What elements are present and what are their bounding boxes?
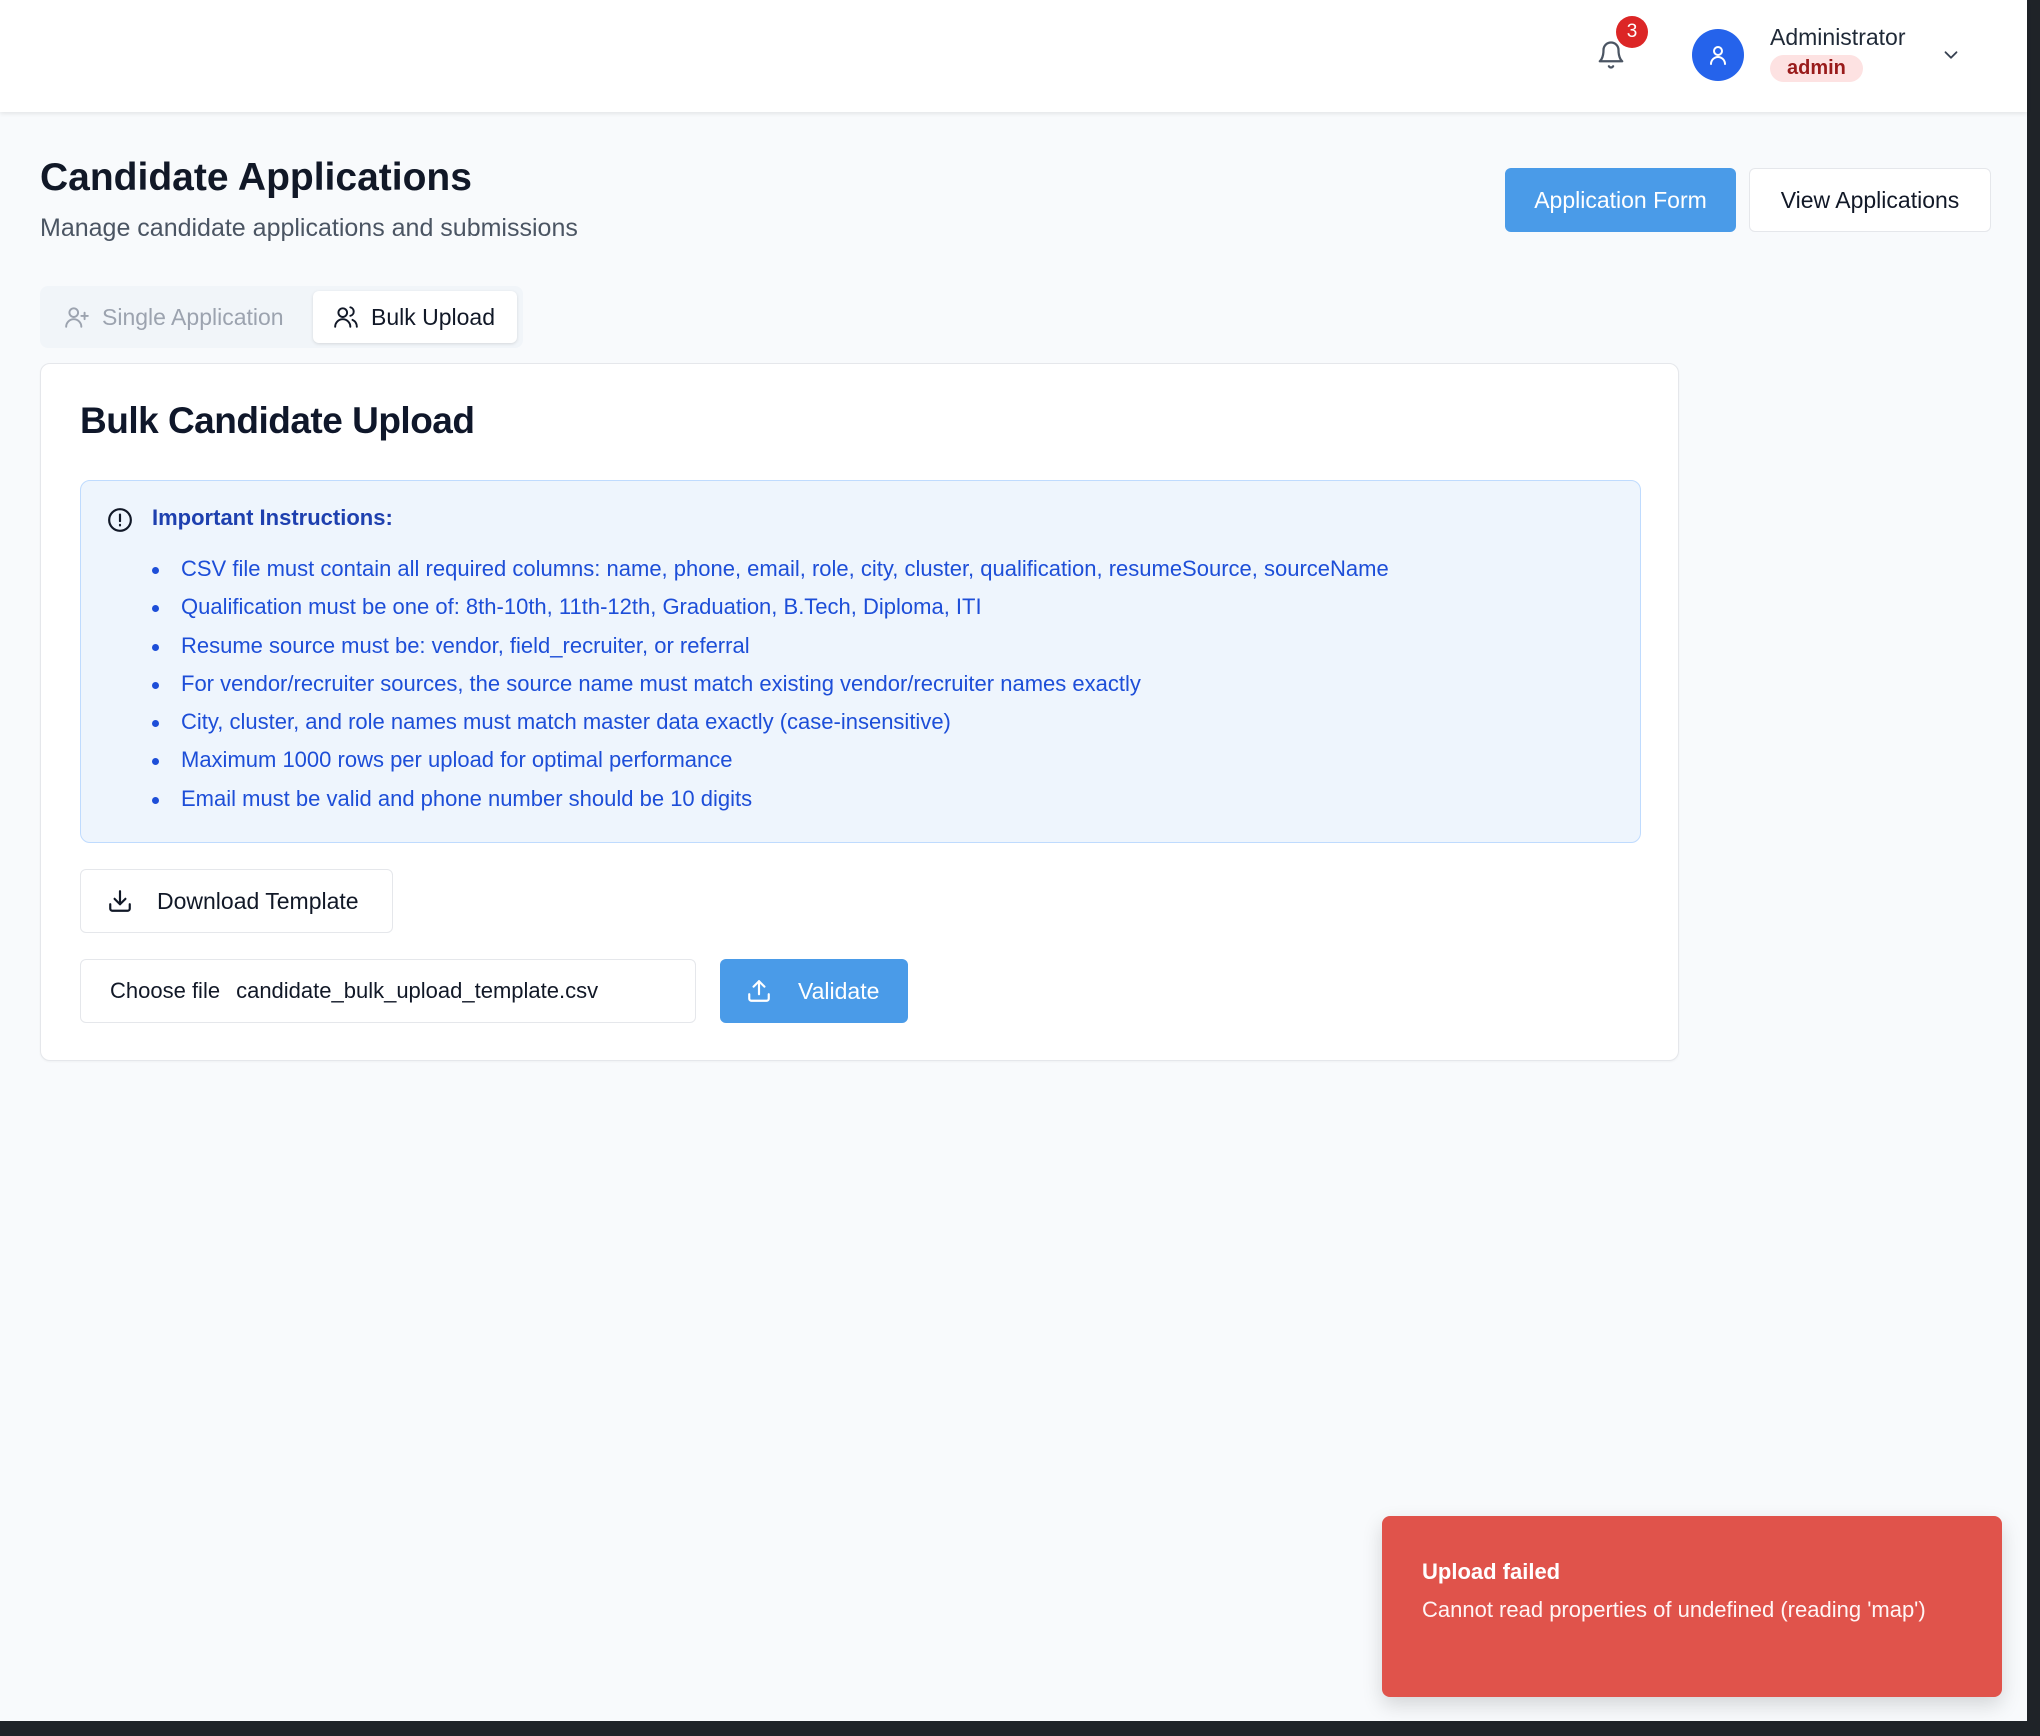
instructions-list: CSV file must contain all required colum…	[152, 550, 1389, 818]
list-item: Qualification must be one of: 8th-10th, …	[152, 588, 1389, 626]
users-icon	[334, 306, 358, 328]
list-item: City, cluster, and role names must match…	[152, 703, 1389, 741]
file-input[interactable]: Choose file candidate_bulk_upload_templa…	[80, 959, 696, 1023]
download-template-label: Download Template	[157, 887, 359, 914]
selected-file-name: candidate_bulk_upload_template.csv	[236, 978, 599, 1003]
tab-label: Single Application	[102, 303, 284, 330]
app-window: 3 Administrator admin Candidate Applicat…	[0, 0, 2027, 1721]
application-form-button[interactable]: Application Form	[1505, 168, 1736, 232]
page-subtitle: Manage candidate applications and submis…	[40, 214, 578, 242]
error-toast[interactable]: Upload failed Cannot read properties of …	[1382, 1516, 2002, 1697]
list-item: For vendor/recruiter sources, the source…	[152, 665, 1389, 703]
instructions-heading: Important Instructions:	[152, 505, 393, 530]
top-navigation-bar: 3 Administrator admin	[0, 0, 2027, 112]
choose-file-button[interactable]: Choose file	[110, 978, 220, 1004]
list-item: Maximum 1000 rows per upload for optimal…	[152, 741, 1389, 779]
card-title: Bulk Candidate Upload	[80, 400, 475, 441]
tab-list: Single Application Bulk Upload	[40, 286, 523, 348]
bulk-upload-card: Bulk Candidate Upload Important Instruct…	[40, 363, 1679, 1061]
validate-button[interactable]: Validate	[720, 959, 908, 1023]
notification-count-badge: 3	[1616, 16, 1648, 48]
download-template-button[interactable]: Download Template	[80, 869, 393, 933]
tab-single-application[interactable]: Single Application	[64, 291, 284, 343]
user-role-badge: admin	[1770, 55, 1863, 82]
view-applications-button[interactable]: View Applications	[1749, 168, 1991, 232]
upload-icon	[748, 980, 770, 1002]
page-title: Candidate Applications	[40, 156, 472, 199]
validate-label: Validate	[798, 977, 880, 1004]
list-item: Resume source must be: vendor, field_rec…	[152, 627, 1389, 665]
toast-message: Cannot read properties of undefined (rea…	[1422, 1597, 1926, 1622]
instructions-panel: Important Instructions: CSV file must co…	[80, 480, 1641, 843]
toast-title: Upload failed	[1422, 1559, 1561, 1584]
chevron-down-icon[interactable]	[1940, 44, 1962, 66]
download-icon	[109, 890, 131, 912]
list-item: CSV file must contain all required colum…	[152, 550, 1389, 588]
avatar[interactable]	[1692, 29, 1744, 81]
user-icon	[1710, 46, 1726, 65]
tab-label: Bulk Upload	[371, 303, 496, 330]
list-item: Email must be valid and phone number sho…	[152, 780, 1389, 818]
user-plus-icon	[65, 307, 89, 328]
user-name[interactable]: Administrator	[1770, 24, 1905, 51]
tab-bulk-upload[interactable]: Bulk Upload	[313, 291, 517, 343]
alert-circle-icon	[107, 507, 133, 533]
